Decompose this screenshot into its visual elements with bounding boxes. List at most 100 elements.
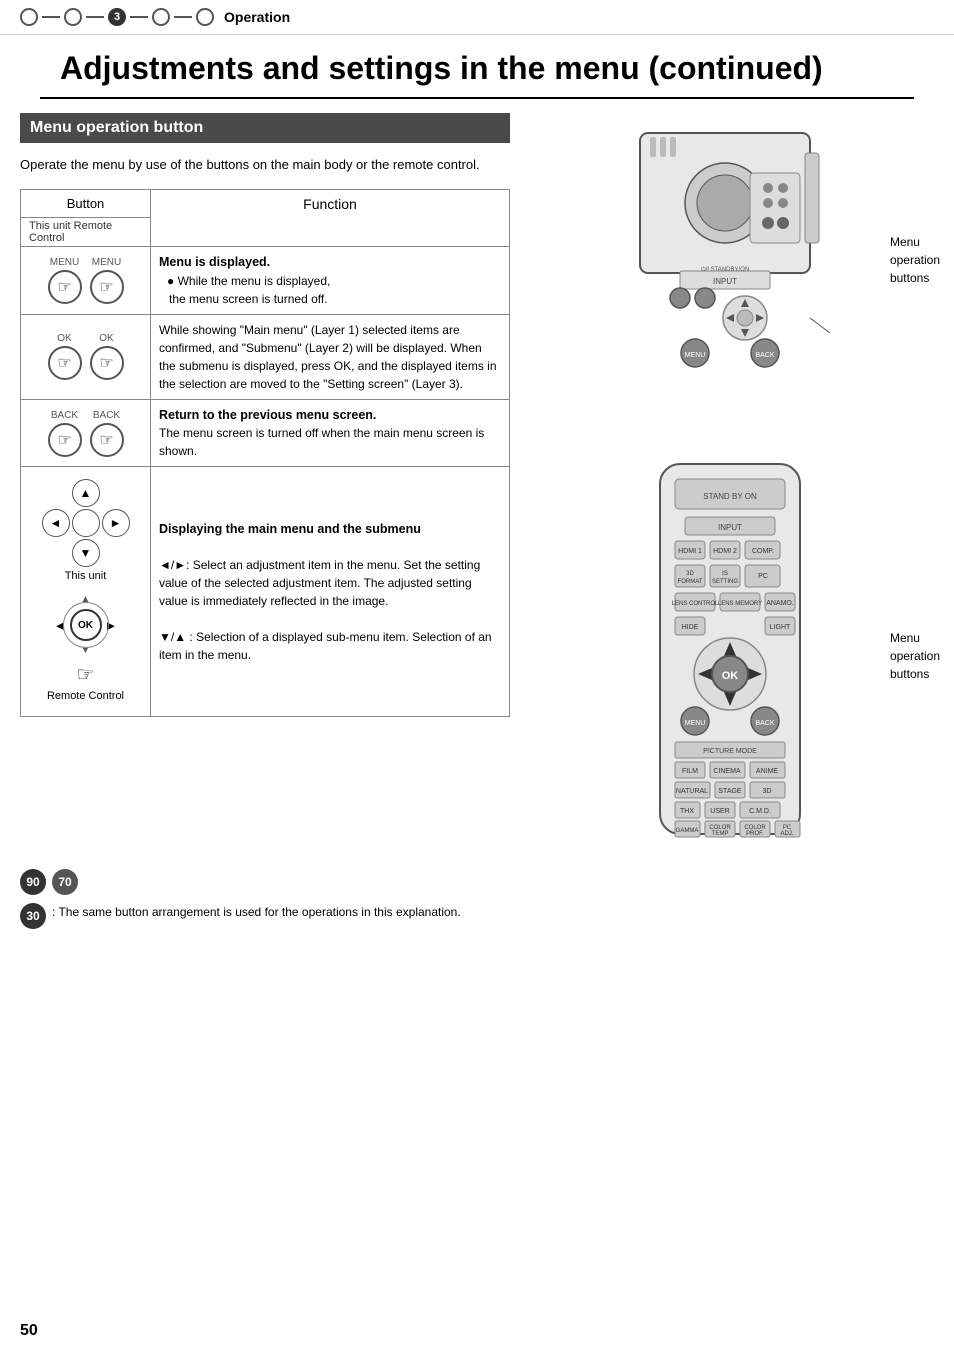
svg-text:LIGHT: LIGHT [770, 624, 791, 631]
badge-70: 70 [52, 869, 78, 895]
svg-text:INPUT: INPUT [718, 523, 742, 532]
projector-area: INPUT MENU BACK [526, 113, 934, 433]
svg-text:HIDE: HIDE [682, 624, 699, 631]
svg-text:3D: 3D [686, 571, 694, 577]
svg-text:IS: IS [722, 571, 728, 577]
menu-ring-remote: ☞ [90, 270, 124, 304]
menu-buttons: MENU ☞ MENU ☞ [29, 257, 142, 304]
remote-svg: STAND BY ON INPUT HDMI 1 HDMI 2 COMP. 3D… [620, 459, 840, 859]
svg-text:LENS MEMORY: LENS MEMORY [718, 601, 762, 607]
svg-text:INPUT: INPUT [713, 277, 737, 286]
remote-ok-btn: OK [70, 609, 102, 641]
svg-text:ANIME: ANIME [756, 768, 779, 775]
menu-op-label-top: Menuoperationbuttons [890, 233, 940, 287]
ok-circle-unit: ☞ [48, 346, 82, 380]
ok-circle-remote: ☞ [90, 346, 124, 380]
svg-text:STAGE: STAGE [718, 788, 742, 795]
menu-circle-remote: ☞ [90, 270, 124, 304]
col-function-header: Function [151, 189, 510, 246]
menu-function-body: ● While the menu is displayed, the menu … [159, 274, 330, 306]
svg-text:ANAMO.: ANAMO. [766, 600, 794, 607]
menu-remote-btn: MENU ☞ [90, 257, 124, 304]
ok-function-cell: While showing "Main menu" (Layer 1) sele… [151, 314, 510, 399]
back-label-2: BACK [93, 410, 120, 421]
svg-text:THX: THX [680, 808, 694, 815]
back-unit-btn: BACK ☞ [48, 410, 82, 457]
dash-2 [86, 16, 104, 18]
section-heading: Menu operation button [20, 113, 510, 143]
back-function-cell: Return to the previous menu screen. The … [151, 399, 510, 467]
nav-function-title: Displaying the main menu and the submenu [159, 522, 421, 536]
svg-text:OK: OK [722, 670, 739, 682]
breadcrumb-bar: 3 Operation [0, 0, 954, 35]
back-label-1: BACK [51, 410, 78, 421]
menu-label-2: MENU [92, 257, 121, 268]
projector-diagram-wrapper: INPUT MENU BACK [526, 113, 934, 433]
step-2-circle [64, 8, 82, 26]
nav-mid-row: ◄ ► [42, 509, 130, 537]
left-column: Menu operation button Operate the menu b… [20, 113, 510, 859]
intro-text: Operate the menu by use of the buttons o… [20, 155, 510, 175]
nav-left-btn: ◄ [42, 509, 70, 537]
ok-ring-unit: ☞ [48, 346, 82, 380]
main-layout: Menu operation button Operate the menu b… [0, 113, 954, 859]
col-button-header: Button [21, 189, 151, 217]
badge-90: 90 [20, 869, 46, 895]
nav-function-cell: Displaying the main menu and the submenu… [151, 467, 510, 717]
nav-up-btn: ▲ [72, 479, 100, 507]
breadcrumb-circles: 3 [20, 8, 214, 26]
table-row: ▲ ◄ ► ▼ This unit [21, 467, 510, 717]
remote-svg-area: STAND BY ON INPUT HDMI 1 HDMI 2 COMP. 3D… [526, 459, 934, 859]
svg-text:FILM: FILM [682, 768, 698, 775]
header-title: Operation [224, 9, 290, 25]
ok-label-2: OK [99, 333, 113, 344]
dash-1 [42, 16, 60, 18]
remote-hand-icon: ☞ [77, 662, 95, 687]
svg-text:3D: 3D [763, 788, 772, 795]
svg-text:BACK: BACK [755, 352, 774, 359]
nav-function-body-2: ▼/▲ : Selection of a displayed sub-menu … [159, 630, 492, 662]
ok-label-1: OK [57, 333, 71, 344]
badge-note-row: 30 : The same button arrangement is used… [20, 903, 934, 929]
menu-label-1: MENU [50, 257, 79, 268]
nav-function-body-1: ◄/►: Select an adjustment item in the me… [159, 558, 480, 608]
svg-text:C.M.D.: C.M.D. [749, 808, 771, 815]
back-buttons: BACK ☞ BACK ☞ [29, 410, 142, 457]
menu-ring-unit: ☞ [48, 270, 82, 304]
svg-text:SETTING: SETTING [712, 579, 738, 585]
ok-function-body: While showing "Main menu" (Layer 1) sele… [159, 323, 497, 391]
menu-op-label-bottom: Menuoperationbuttons [890, 629, 940, 683]
back-ring-remote: ☞ [90, 423, 124, 457]
svg-text:STAND BY ON: STAND BY ON [703, 492, 757, 501]
step-1-circle [20, 8, 38, 26]
svg-text:MENU: MENU [685, 720, 706, 727]
table-row: BACK ☞ BACK ☞ [21, 399, 510, 467]
menu-unit-btn: MENU ☞ [48, 257, 82, 304]
nav-up-row: ▲ [72, 479, 100, 507]
svg-text:PC: PC [758, 573, 768, 580]
svg-text:COMP.: COMP. [752, 548, 774, 555]
remote-cluster: ▲ ◄ OK ► ▼ ☞ [29, 594, 142, 687]
page-number: 50 [20, 1322, 38, 1340]
ok-remote-btn: OK ☞ [90, 333, 124, 380]
right-column: INPUT MENU BACK [526, 113, 934, 859]
svg-text:LENS CONTROL: LENS CONTROL [672, 601, 719, 607]
svg-text:FORMAT: FORMAT [678, 579, 703, 585]
nav-right-btn: ► [102, 509, 130, 537]
step-3-circle: 3 [108, 8, 126, 26]
svg-text:HDMI 1: HDMI 1 [678, 548, 702, 555]
badge-30: 30 [20, 903, 46, 929]
nav-down-row: ▼ [72, 539, 100, 567]
model-badges: 90 70 [20, 869, 934, 895]
back-ring-unit: ☞ [48, 423, 82, 457]
step-4-circle [152, 8, 170, 26]
table-row: OK ☞ OK ☞ [21, 314, 510, 399]
svg-text:HDMI 2: HDMI 2 [713, 548, 737, 555]
svg-text:PICTURE MODE: PICTURE MODE [703, 748, 757, 755]
bottom-section: 90 70 30 : The same button arrangement i… [0, 859, 954, 939]
nav-down-btn: ▼ [72, 539, 100, 567]
page-title: Adjustments and settings in the menu (co… [40, 35, 914, 99]
svg-text:⏻/I STANDBY/ON: ⏻/I STANDBY/ON [701, 266, 749, 273]
projector-svg: INPUT MENU BACK [620, 123, 840, 423]
back-remote-btn: BACK ☞ [90, 410, 124, 457]
